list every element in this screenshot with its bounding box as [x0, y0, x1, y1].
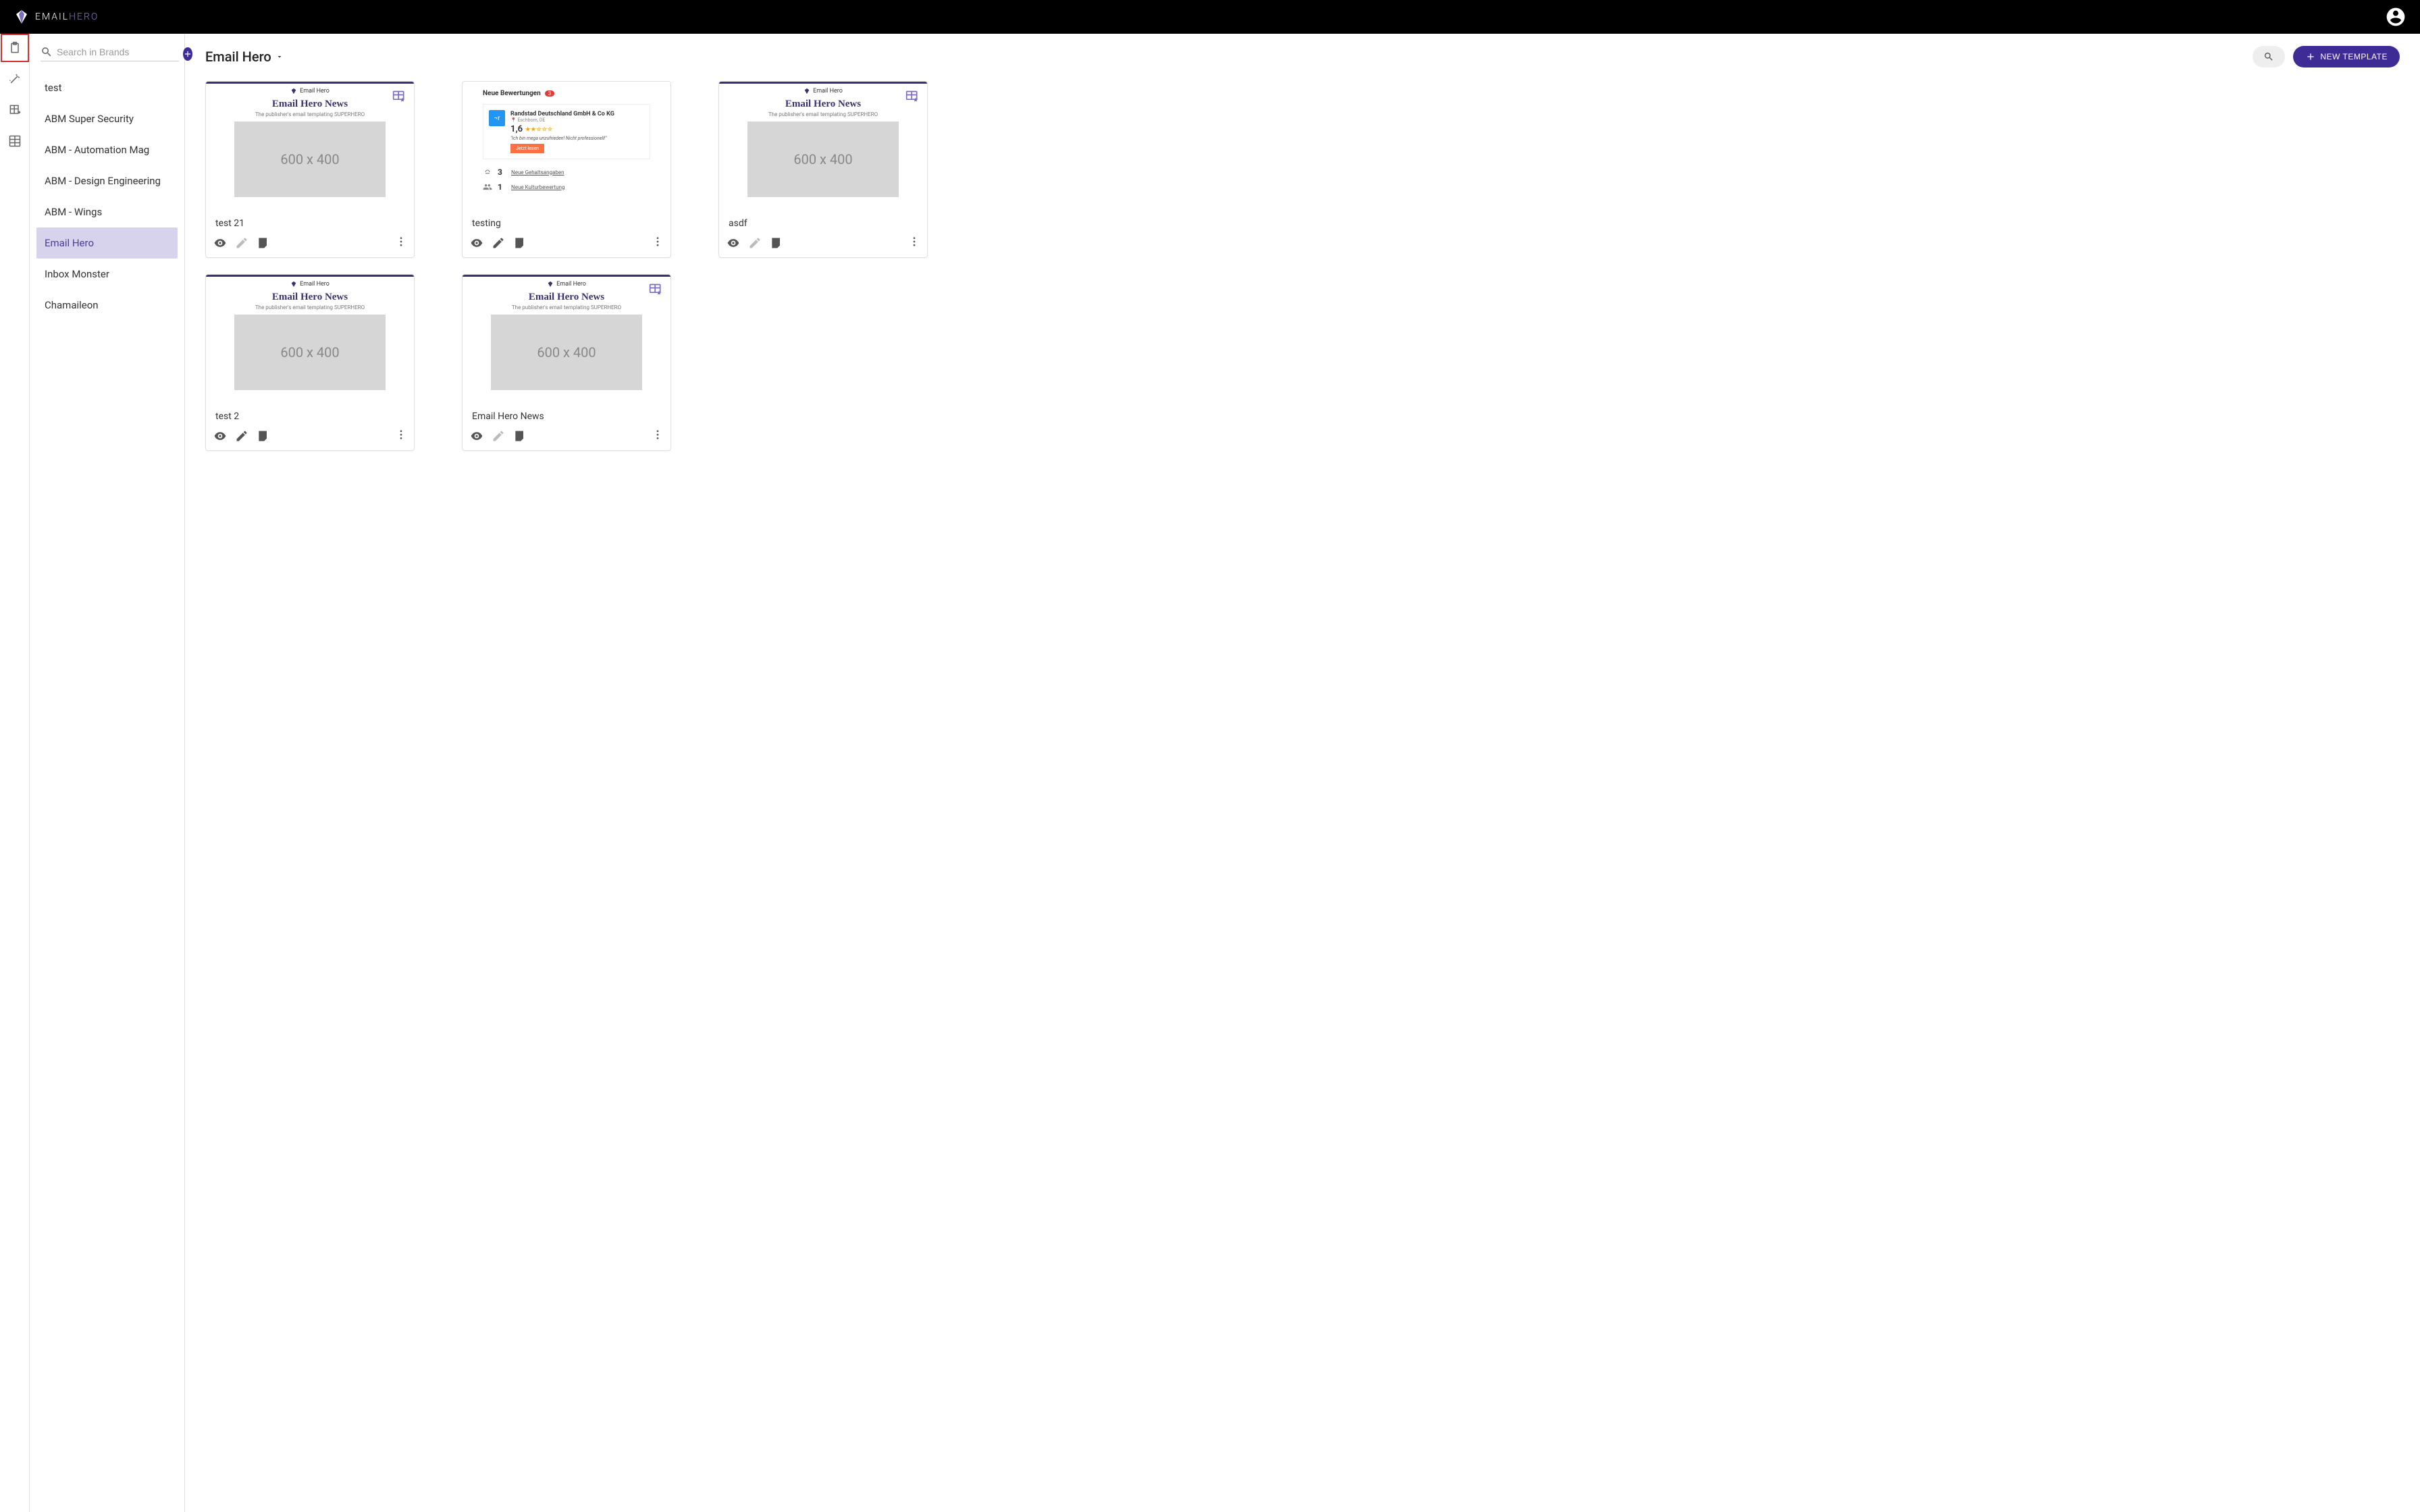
brand-search-input[interactable] — [57, 47, 179, 57]
plus-icon — [2305, 51, 2316, 62]
layout-add-icon — [8, 103, 22, 117]
template-preview[interactable]: Email Hero Email Hero News The publisher… — [206, 275, 414, 404]
brand-item[interactable]: Chamaileon — [36, 290, 178, 321]
template-actions — [463, 233, 670, 257]
template-title: test 21 — [206, 211, 414, 233]
page-title-dropdown[interactable]: Email Hero — [205, 49, 284, 65]
logo-text: EMAILHERO — [35, 11, 99, 22]
nav-rail — [0, 34, 30, 1512]
brand-list: testABM Super SecurityABM - Automation M… — [36, 72, 178, 321]
brand-item[interactable]: Email Hero — [36, 227, 178, 259]
template-title: Email Hero News — [463, 404, 670, 426]
more-menu-button[interactable] — [908, 236, 920, 250]
template-card: Email Hero Email Hero News The publisher… — [205, 274, 415, 451]
template-card: Email Hero Email Hero News The publisher… — [462, 274, 671, 451]
template-preview[interactable]: Email Hero Email Hero News The publisher… — [463, 275, 670, 404]
edit-button — [491, 429, 506, 443]
template-title: testing — [463, 211, 670, 233]
edit-button[interactable] — [234, 429, 249, 443]
template-actions — [463, 426, 670, 450]
template-card: Email Hero Email Hero News The publisher… — [205, 81, 415, 258]
brand-item[interactable]: Inbox Monster — [36, 259, 178, 290]
template-actions — [206, 233, 414, 257]
account-icon[interactable] — [2385, 6, 2406, 28]
more-menu-button[interactable] — [652, 236, 664, 250]
search-icon — [2263, 51, 2274, 62]
note-button[interactable] — [512, 429, 527, 443]
template-title: test 2 — [206, 404, 414, 426]
note-button[interactable] — [769, 236, 784, 250]
brand-item[interactable]: ABM Super Security — [36, 103, 178, 134]
main-header: Email Hero NEW TEMPLATE — [205, 46, 2400, 68]
preview-button[interactable] — [213, 429, 228, 443]
template-preview[interactable]: Email Hero Email Hero News The publisher… — [719, 82, 927, 211]
note-button[interactable] — [512, 236, 527, 250]
template-title: asdf — [719, 211, 927, 233]
template-badge-icon — [392, 90, 406, 103]
template-preview[interactable]: Email Hero Email Hero News The publisher… — [206, 82, 414, 211]
main-content: Email Hero NEW TEMPLATE Email Hero Email… — [185, 34, 2420, 1512]
template-search-button[interactable] — [2253, 46, 2285, 68]
nav-magic[interactable] — [1, 65, 29, 93]
logo-icon — [14, 9, 30, 25]
template-preview[interactable]: Neue Bewertungen3 ¬r Randstad Deutschlan… — [463, 82, 670, 211]
app-header: EMAILHERO — [0, 0, 2420, 34]
preview-button[interactable] — [726, 236, 741, 250]
preview-review: Neue Bewertungen3 ¬r Randstad Deutschlan… — [463, 82, 670, 202]
template-badge-icon — [905, 90, 919, 103]
template-card: Email Hero Email Hero News The publisher… — [718, 81, 928, 258]
preview-button[interactable] — [213, 236, 228, 250]
preview-hero: Email Hero Email Hero News The publisher… — [206, 275, 414, 390]
more-menu-button[interactable] — [395, 429, 407, 443]
note-button[interactable] — [256, 429, 271, 443]
brand-sidebar: testABM Super SecurityABM - Automation M… — [30, 34, 185, 1512]
edit-button — [747, 236, 762, 250]
edit-button[interactable] — [491, 236, 506, 250]
preview-button[interactable] — [469, 236, 484, 250]
more-menu-button[interactable] — [395, 236, 407, 250]
preview-hero: Email Hero Email Hero News The publisher… — [463, 275, 670, 390]
preview-hero: Email Hero Email Hero News The publisher… — [206, 82, 414, 197]
brand-search[interactable] — [41, 46, 179, 61]
brand-item[interactable]: ABM - Wings — [36, 196, 178, 227]
chevron-down-icon — [275, 53, 284, 61]
page-title: Email Hero — [205, 49, 271, 65]
edit-button — [234, 236, 249, 250]
grid-icon — [8, 134, 22, 148]
more-menu-button[interactable] — [652, 429, 664, 443]
template-actions — [206, 426, 414, 450]
new-template-button[interactable]: NEW TEMPLATE — [2293, 46, 2400, 68]
nav-layout2[interactable] — [1, 127, 29, 155]
search-icon — [41, 46, 53, 58]
wand-icon — [8, 72, 22, 86]
template-actions — [719, 233, 927, 257]
nav-layout1[interactable] — [1, 96, 29, 124]
brand-item[interactable]: test — [36, 72, 178, 103]
brand-item[interactable]: ABM - Automation Mag — [36, 134, 178, 165]
template-grid: Email Hero Email Hero News The publisher… — [205, 81, 2400, 451]
app-logo: EMAILHERO — [14, 9, 99, 25]
preview-hero: Email Hero Email Hero News The publisher… — [719, 82, 927, 197]
clipboard-icon — [8, 41, 22, 55]
note-button[interactable] — [256, 236, 271, 250]
template-badge-icon — [649, 283, 662, 296]
preview-button[interactable] — [469, 429, 484, 443]
nav-templates[interactable] — [1, 34, 29, 62]
brand-item[interactable]: ABM - Design Engineering — [36, 165, 178, 196]
template-card: Neue Bewertungen3 ¬r Randstad Deutschlan… — [462, 81, 671, 258]
